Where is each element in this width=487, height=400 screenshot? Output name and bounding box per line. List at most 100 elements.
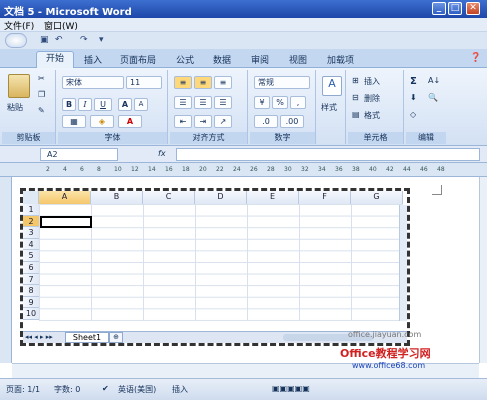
format-cells-label[interactable]: 格式 bbox=[364, 110, 380, 121]
format-cells-icon[interactable]: ▤ bbox=[352, 110, 360, 119]
align-middle-icon[interactable]: ≡ bbox=[194, 76, 212, 89]
column-header[interactable]: D bbox=[195, 191, 247, 204]
increase-decimal-icon[interactable]: .0 bbox=[254, 115, 278, 128]
clear-icon[interactable]: ◇ bbox=[410, 110, 416, 119]
vertical-scrollbar[interactable] bbox=[479, 177, 487, 363]
column-header[interactable]: G bbox=[351, 191, 403, 204]
number-format-select[interactable]: 常规 bbox=[254, 76, 310, 89]
add-sheet-icon[interactable]: ⊕ bbox=[109, 332, 123, 343]
sheet-vscrollbar[interactable] bbox=[399, 205, 407, 321]
function-button[interactable]: fx bbox=[158, 149, 166, 158]
row-header[interactable]: 8 bbox=[23, 285, 39, 297]
embedded-worksheet[interactable]: ABCDEFG 1 2 3 4 5 6 7 8 9 10 ◂◂ ◂ ▸ ▸▸ Sheet1 ⊕ bbox=[20, 188, 410, 346]
status-mode[interactable]: 插入 bbox=[172, 384, 188, 395]
column-header[interactable]: C bbox=[143, 191, 195, 204]
tab-view[interactable]: 视图 bbox=[289, 53, 307, 66]
comma-button[interactable]: , bbox=[290, 96, 306, 109]
close-button[interactable]: ✕ bbox=[466, 2, 480, 15]
tab-formulas[interactable]: 公式 bbox=[176, 53, 194, 66]
tab-review[interactable]: 审阅 bbox=[251, 53, 269, 66]
find-icon[interactable]: 🔍 bbox=[428, 93, 438, 102]
align-top-icon[interactable]: ≡ bbox=[174, 76, 192, 89]
row-header[interactable]: 5 bbox=[23, 250, 39, 262]
decrease-indent-icon[interactable]: ⇤ bbox=[174, 115, 192, 128]
menu-file[interactable]: 文件(F) bbox=[4, 19, 34, 32]
decrease-decimal-icon[interactable]: .00 bbox=[280, 115, 304, 128]
delete-cells-icon[interactable]: ⊟ bbox=[352, 93, 359, 102]
align-left-icon[interactable]: ☰ bbox=[174, 96, 192, 109]
underline-button[interactable]: U bbox=[94, 98, 112, 111]
row-header[interactable]: 1 bbox=[23, 204, 39, 216]
status-words[interactable]: 字数: 0 bbox=[54, 384, 80, 395]
row-header[interactable]: 7 bbox=[23, 273, 39, 286]
borders-icon[interactable]: ▦ bbox=[62, 115, 86, 128]
row-header[interactable]: 10 bbox=[23, 308, 39, 320]
sort-filter-icon[interactable]: A↓ bbox=[428, 76, 440, 85]
font-name-select[interactable]: 宋体 bbox=[62, 76, 124, 89]
fill-icon[interactable]: ⬇ bbox=[410, 93, 417, 102]
autosum-button[interactable]: Σ bbox=[410, 76, 417, 87]
tab-insert[interactable]: 插入 bbox=[84, 53, 102, 66]
cut-icon[interactable]: ✂ bbox=[38, 74, 45, 83]
delete-cells-label[interactable]: 删除 bbox=[364, 93, 380, 104]
tab-data[interactable]: 数据 bbox=[213, 53, 231, 66]
active-cell[interactable] bbox=[40, 216, 92, 228]
align-right-icon[interactable]: ☰ bbox=[214, 96, 232, 109]
insert-cells-icon[interactable]: ⊞ bbox=[352, 76, 359, 85]
select-all-corner[interactable] bbox=[23, 191, 39, 204]
customize-icon[interactable]: ▾ bbox=[99, 35, 104, 45]
undo-icon[interactable]: ↶ bbox=[55, 35, 63, 45]
copy-icon[interactable]: ❐ bbox=[38, 90, 45, 99]
name-box[interactable]: A2 bbox=[40, 148, 118, 161]
tab-page-layout[interactable]: 页面布局 bbox=[120, 53, 156, 66]
sheet-tab[interactable]: Sheet1 bbox=[65, 332, 109, 343]
column-header[interactable]: F bbox=[299, 191, 351, 204]
currency-icon[interactable]: ¥ bbox=[254, 96, 270, 109]
status-bar: 页面: 1/1 字数: 0 ✔ 英语(美国) 插入 ▣▣▣▣▣ bbox=[0, 378, 487, 400]
redo-icon[interactable]: ↷ bbox=[80, 35, 88, 45]
menu-window[interactable]: 窗口(W) bbox=[44, 19, 78, 32]
insert-cells-label[interactable]: 插入 bbox=[364, 76, 380, 87]
orientation-icon[interactable]: ↗ bbox=[214, 115, 232, 128]
styles-label[interactable]: 样式 bbox=[321, 102, 337, 113]
column-header[interactable]: B bbox=[91, 191, 143, 204]
spellcheck-icon[interactable]: ✔ bbox=[102, 384, 109, 393]
paste-icon[interactable] bbox=[8, 74, 30, 98]
office-button[interactable] bbox=[5, 33, 27, 48]
shrink-font-button[interactable]: A bbox=[134, 98, 148, 111]
fill-color-icon[interactable]: ◈ bbox=[90, 115, 114, 128]
sheet-nav-icon[interactable]: ◂◂ ◂ ▸ ▸▸ bbox=[25, 333, 53, 341]
group-editing: Σ A↓ ⬇ 🔍 ◇ 编辑 bbox=[406, 70, 446, 144]
percent-button[interactable]: % bbox=[272, 96, 288, 109]
row-header[interactable]: 9 bbox=[23, 296, 39, 309]
group-clipboard: 粘贴 ✂ ❐ ✎ 剪贴板 bbox=[2, 70, 56, 144]
font-color-icon[interactable]: A bbox=[118, 115, 142, 128]
row-header[interactable]: 6 bbox=[23, 262, 39, 274]
align-bottom-icon[interactable]: ≡ bbox=[214, 76, 232, 89]
help-icon[interactable]: ❓ bbox=[470, 53, 481, 63]
status-page[interactable]: 页面: 1/1 bbox=[6, 384, 40, 395]
align-center-icon[interactable]: ☰ bbox=[194, 96, 212, 109]
tab-home[interactable]: 开始 bbox=[36, 51, 74, 69]
styles-icon[interactable]: A bbox=[322, 76, 342, 96]
minimize-button[interactable]: _ bbox=[432, 2, 446, 15]
italic-button[interactable]: I bbox=[78, 98, 92, 111]
view-buttons-icon[interactable]: ▣▣▣▣▣ bbox=[272, 384, 310, 393]
column-header[interactable]: E bbox=[247, 191, 299, 204]
paste-label[interactable]: 粘贴 bbox=[7, 102, 23, 113]
increase-indent-icon[interactable]: ⇥ bbox=[194, 115, 212, 128]
format-painter-icon[interactable]: ✎ bbox=[38, 106, 45, 115]
maximize-button[interactable]: □ bbox=[448, 2, 462, 15]
font-size-select[interactable]: 11 bbox=[126, 76, 162, 89]
cell-grid[interactable] bbox=[39, 204, 403, 321]
column-header[interactable]: A bbox=[39, 191, 91, 204]
bold-button[interactable]: B bbox=[62, 98, 76, 111]
save-icon[interactable]: ▣ bbox=[40, 35, 49, 45]
row-header[interactable]: 4 bbox=[23, 238, 39, 251]
formula-input[interactable] bbox=[176, 148, 480, 161]
row-header[interactable]: 3 bbox=[23, 227, 39, 239]
grow-font-button[interactable]: A bbox=[118, 98, 132, 111]
tab-addins[interactable]: 加载项 bbox=[327, 53, 354, 66]
row-header[interactable]: 2 bbox=[23, 215, 39, 228]
status-language[interactable]: 英语(美国) bbox=[118, 384, 156, 395]
